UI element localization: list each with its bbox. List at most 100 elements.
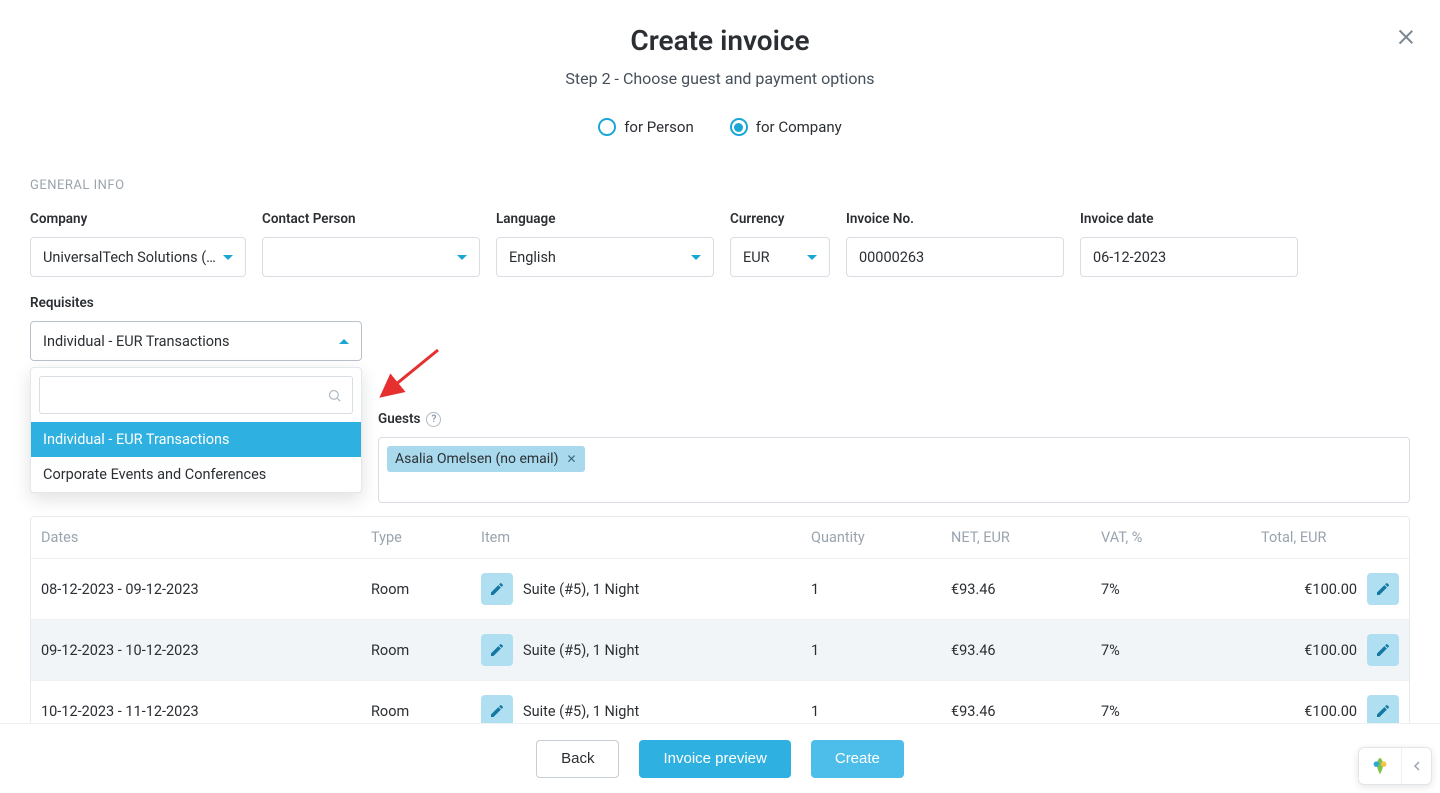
radio-for-person[interactable]: for Person [598,118,694,136]
field-currency: Currency EUR [730,211,830,277]
requisites-dropdown: Individual - EUR Transactions Corporate … [30,367,362,493]
field-language: Language English [496,211,714,277]
cell-total: €100.00 [1251,620,1409,681]
guests-label-row: Guests ? [378,411,1410,427]
guest-chip-text: Asalia Omelsen (no email) [395,451,558,467]
guests-block: Guests ? Asalia Omelsen (no email) ✕ [378,411,1410,503]
cell-type: Room [361,620,471,681]
field-company-label: Company [30,211,246,227]
cell-qty: 1 [801,559,941,620]
invoice-date-input[interactable]: 06-12-2023 [1080,237,1298,277]
chevron-up-icon [339,339,349,344]
guest-chip: Asalia Omelsen (no email) ✕ [387,446,585,472]
cell-qty: 1 [801,620,941,681]
guests-label: Guests [378,411,420,427]
currency-select-value: EUR [743,249,801,266]
field-currency-label: Currency [730,211,830,227]
create-button[interactable]: Create [811,740,904,778]
radio-for-company[interactable]: for Company [730,118,842,136]
footer-bar: Back Invoice preview Create [0,723,1440,793]
th-vat: VAT, % [1091,517,1251,559]
company-select-value: UniversalTech Solutions (B… [43,249,217,266]
invoice-items-table-wrap: Dates Type Item Quantity NET, EUR VAT, %… [30,516,1410,743]
total-text: €100.00 [1304,642,1357,659]
invoice-items-table: Dates Type Item Quantity NET, EUR VAT, %… [31,517,1409,742]
page: Create invoice Step 2 - Choose guest and… [0,0,1440,361]
radio-for-company-label: for Company [756,118,842,136]
back-button[interactable]: Back [536,740,619,778]
field-language-label: Language [496,211,714,227]
item-text: Suite (#5), 1 Night [523,581,639,598]
invoice-type-radios: for Person for Company [0,118,1440,136]
section-general-info: GENERAL INFO [30,178,1410,193]
cell-dates: 08-12-2023 - 09-12-2023 [31,559,361,620]
table-row: 08-12-2023 - 09-12-2023Room Suite (#5), 1… [31,559,1409,620]
cell-total: €100.00 [1251,559,1409,620]
th-net: NET, EUR [941,517,1091,559]
cell-vat: 7% [1091,559,1251,620]
corner-logo-icon [1359,748,1401,784]
requisites-option-0[interactable]: Individual - EUR Transactions [31,422,361,457]
field-invoice-date-label: Invoice date [1080,211,1298,227]
edit-item-button[interactable] [481,634,513,666]
chevron-down-icon [691,255,701,260]
total-text: €100.00 [1304,703,1357,720]
field-contact: Contact Person [262,211,480,277]
radio-circle-icon [598,118,616,136]
requisites-select[interactable]: Individual - EUR Transactions [30,321,362,361]
radio-circle-checked-icon [730,118,748,136]
edit-item-button[interactable] [481,573,513,605]
chevron-left-icon [1413,761,1421,771]
cell-vat: 7% [1091,620,1251,681]
guests-input[interactable]: Asalia Omelsen (no email) ✕ [378,437,1410,503]
chevron-down-icon [807,255,817,260]
corner-widget [1358,747,1432,785]
radio-for-person-label: for Person [624,118,694,136]
edit-total-button[interactable] [1367,634,1399,666]
requisites-select-value: Individual - EUR Transactions [43,333,333,350]
cell-net: €93.46 [941,559,1091,620]
th-qty: Quantity [801,517,941,559]
invoice-date-value: 06-12-2023 [1093,249,1166,266]
requisites-search[interactable] [39,376,353,414]
guest-chip-remove-icon[interactable]: ✕ [566,452,576,466]
item-text: Suite (#5), 1 Night [523,703,639,720]
requisites-select-wrapper: Individual - EUR Transactions Individual… [30,321,362,361]
cell-type: Room [361,559,471,620]
field-contact-label: Contact Person [262,211,480,227]
requisites-search-input[interactable] [50,387,327,403]
total-text: €100.00 [1304,581,1357,598]
content-area: GENERAL INFO Company UniversalTech Solut… [0,178,1440,361]
page-subtitle: Step 2 - Choose guest and payment option… [0,69,1440,88]
requisites-option-1[interactable]: Corporate Events and Conferences [31,457,361,492]
corner-collapse-button[interactable] [1401,748,1431,784]
edit-total-button[interactable] [1367,573,1399,605]
th-total: Total, EUR [1251,517,1409,559]
table-row: 09-12-2023 - 10-12-2023Room Suite (#5), 1… [31,620,1409,681]
field-invoice-no-label: Invoice No. [846,211,1064,227]
field-requisites: Requisites Individual - EUR Transactions… [30,295,1410,361]
close-icon[interactable] [1396,28,1416,48]
form-grid: Company UniversalTech Solutions (B… Cont… [30,211,1410,277]
language-select[interactable]: English [496,237,714,277]
invoice-no-value: 00000263 [859,249,924,266]
company-select[interactable]: UniversalTech Solutions (B… [30,237,246,277]
th-item: Item [471,517,801,559]
table-header-row: Dates Type Item Quantity NET, EUR VAT, %… [31,517,1409,559]
language-select-value: English [509,249,685,266]
search-icon [327,388,342,403]
chevron-down-icon [223,255,233,260]
cell-item: Suite (#5), 1 Night [471,559,801,620]
invoice-no-input[interactable]: 00000263 [846,237,1064,277]
chevron-down-icon [457,255,467,260]
field-invoice-no: Invoice No. 00000263 [846,211,1064,277]
cell-dates: 09-12-2023 - 10-12-2023 [31,620,361,681]
page-title: Create invoice [0,24,1440,57]
field-company: Company UniversalTech Solutions (B… [30,211,246,277]
help-icon[interactable]: ? [426,412,441,427]
contact-select[interactable] [262,237,480,277]
invoice-preview-button[interactable]: Invoice preview [639,740,790,778]
currency-select[interactable]: EUR [730,237,830,277]
cell-net: €93.46 [941,620,1091,681]
item-text: Suite (#5), 1 Night [523,642,639,659]
